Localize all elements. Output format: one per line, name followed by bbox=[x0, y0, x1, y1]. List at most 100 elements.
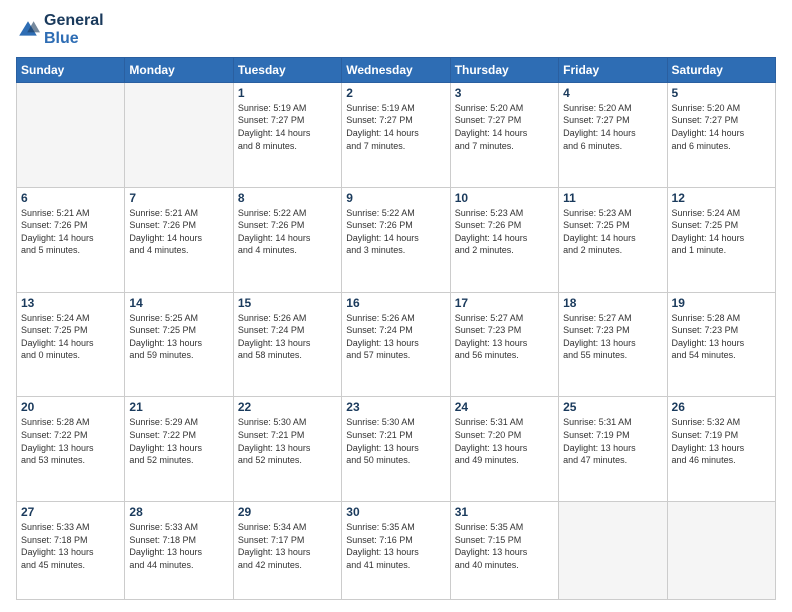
week-row-3: 20Sunrise: 5:28 AM Sunset: 7:22 PM Dayli… bbox=[17, 397, 776, 502]
calendar-cell: 6Sunrise: 5:21 AM Sunset: 7:26 PM Daylig… bbox=[17, 187, 125, 292]
day-info: Sunrise: 5:22 AM Sunset: 7:26 PM Dayligh… bbox=[346, 207, 445, 257]
day-number: 27 bbox=[21, 505, 120, 519]
day-number: 3 bbox=[455, 86, 554, 100]
day-info: Sunrise: 5:27 AM Sunset: 7:23 PM Dayligh… bbox=[563, 312, 662, 362]
logo-icon bbox=[16, 18, 40, 42]
day-info: Sunrise: 5:30 AM Sunset: 7:21 PM Dayligh… bbox=[238, 416, 337, 466]
calendar-cell bbox=[17, 82, 125, 187]
calendar-cell: 16Sunrise: 5:26 AM Sunset: 7:24 PM Dayli… bbox=[342, 292, 450, 397]
day-number: 14 bbox=[129, 296, 228, 310]
day-number: 29 bbox=[238, 505, 337, 519]
day-number: 23 bbox=[346, 400, 445, 414]
week-row-4: 27 Sunrise: 5:33 AM Sunset: 7:18 PM Dayli… bbox=[17, 502, 776, 600]
day-info: Sunrise: 5:34 AM Sunset: 7:17 PM Dayligh… bbox=[238, 521, 337, 571]
weekday-header-wednesday: Wednesday bbox=[342, 57, 450, 82]
day-number: 8 bbox=[238, 191, 337, 205]
weekday-header-monday: Monday bbox=[125, 57, 233, 82]
day-info: Sunrise: 5:29 AM Sunset: 7:22 PM Dayligh… bbox=[129, 416, 228, 466]
calendar-cell: 26Sunrise: 5:32 AM Sunset: 7:19 PM Dayli… bbox=[667, 397, 775, 502]
day-info: Sunrise: 5:35 AM Sunset: 7:16 PM Dayligh… bbox=[346, 521, 445, 571]
day-info: Sunrise: 5:26 AM Sunset: 7:24 PM Dayligh… bbox=[346, 312, 445, 362]
day-info: Sunrise: 5:32 AM Sunset: 7:19 PM Dayligh… bbox=[672, 416, 771, 466]
day-info: Sunrise: 5:33 AM Sunset: 7:18 PM Dayligh… bbox=[129, 521, 228, 571]
day-info: Sunrise: 5:28 AM Sunset: 7:23 PM Dayligh… bbox=[672, 312, 771, 362]
day-number: 30 bbox=[346, 505, 445, 519]
calendar-cell: 24 Sunrise: 5:31 AM Sunset: 7:20 PM Dayli… bbox=[450, 397, 558, 502]
calendar-cell: 22 Sunrise: 5:30 AM Sunset: 7:21 PM Dayli… bbox=[233, 397, 341, 502]
calendar-cell: 13 Sunrise: 5:24 AM Sunset: 7:25 PM Dayli… bbox=[17, 292, 125, 397]
day-number: 20 bbox=[21, 400, 120, 414]
calendar-cell: 10 Sunrise: 5:23 AM Sunset: 7:26 PM Dayli… bbox=[450, 187, 558, 292]
week-row-0: 1Sunrise: 5:19 AM Sunset: 7:27 PM Daylig… bbox=[17, 82, 776, 187]
day-info: Sunrise: 5:22 AM Sunset: 7:26 PM Dayligh… bbox=[238, 207, 337, 257]
header: General Blue bbox=[16, 12, 776, 49]
day-number: 4 bbox=[563, 86, 662, 100]
day-number: 10 bbox=[455, 191, 554, 205]
weekday-header-thursday: Thursday bbox=[450, 57, 558, 82]
calendar-cell: 29 Sunrise: 5:34 AM Sunset: 7:17 PM Dayli… bbox=[233, 502, 341, 600]
weekday-header-friday: Friday bbox=[559, 57, 667, 82]
day-number: 7 bbox=[129, 191, 228, 205]
calendar-cell: 18 Sunrise: 5:27 AM Sunset: 7:23 PM Dayli… bbox=[559, 292, 667, 397]
calendar-cell: 5 Sunrise: 5:20 AM Sunset: 7:27 PM Daylig… bbox=[667, 82, 775, 187]
day-number: 11 bbox=[563, 191, 662, 205]
calendar-cell: 31Sunrise: 5:35 AM Sunset: 7:15 PM Dayli… bbox=[450, 502, 558, 600]
day-number: 13 bbox=[21, 296, 120, 310]
day-number: 22 bbox=[238, 400, 337, 414]
calendar-cell: 23 Sunrise: 5:30 AM Sunset: 7:21 PM Dayli… bbox=[342, 397, 450, 502]
day-info: Sunrise: 5:23 AM Sunset: 7:26 PM Dayligh… bbox=[455, 207, 554, 257]
calendar-cell: 2Sunrise: 5:19 AM Sunset: 7:27 PM Daylig… bbox=[342, 82, 450, 187]
day-number: 12 bbox=[672, 191, 771, 205]
calendar-cell: 14 Sunrise: 5:25 AM Sunset: 7:25 PM Dayli… bbox=[125, 292, 233, 397]
day-number: 21 bbox=[129, 400, 228, 414]
calendar-cell: 30 Sunrise: 5:35 AM Sunset: 7:16 PM Dayli… bbox=[342, 502, 450, 600]
calendar-table: SundayMondayTuesdayWednesdayThursdayFrid… bbox=[16, 57, 776, 600]
day-info: Sunrise: 5:31 AM Sunset: 7:19 PM Dayligh… bbox=[563, 416, 662, 466]
week-row-2: 13 Sunrise: 5:24 AM Sunset: 7:25 PM Dayli… bbox=[17, 292, 776, 397]
logo-text: General Blue bbox=[44, 12, 104, 49]
calendar-cell: 4 Sunrise: 5:20 AM Sunset: 7:27 PM Daylig… bbox=[559, 82, 667, 187]
calendar-cell: 1Sunrise: 5:19 AM Sunset: 7:27 PM Daylig… bbox=[233, 82, 341, 187]
day-info: Sunrise: 5:20 AM Sunset: 7:27 PM Dayligh… bbox=[563, 102, 662, 152]
day-info: Sunrise: 5:30 AM Sunset: 7:21 PM Dayligh… bbox=[346, 416, 445, 466]
day-info: Sunrise: 5:19 AM Sunset: 7:27 PM Dayligh… bbox=[346, 102, 445, 152]
calendar-cell: 19 Sunrise: 5:28 AM Sunset: 7:23 PM Dayli… bbox=[667, 292, 775, 397]
calendar-cell: 21 Sunrise: 5:29 AM Sunset: 7:22 PM Dayli… bbox=[125, 397, 233, 502]
calendar-cell bbox=[125, 82, 233, 187]
calendar-cell: 20Sunrise: 5:28 AM Sunset: 7:22 PM Dayli… bbox=[17, 397, 125, 502]
calendar-cell: 3Sunrise: 5:20 AM Sunset: 7:27 PM Daylig… bbox=[450, 82, 558, 187]
day-info: Sunrise: 5:21 AM Sunset: 7:26 PM Dayligh… bbox=[129, 207, 228, 257]
week-row-1: 6Sunrise: 5:21 AM Sunset: 7:26 PM Daylig… bbox=[17, 187, 776, 292]
day-number: 5 bbox=[672, 86, 771, 100]
day-info: Sunrise: 5:20 AM Sunset: 7:27 PM Dayligh… bbox=[672, 102, 771, 152]
day-number: 15 bbox=[238, 296, 337, 310]
weekday-header-saturday: Saturday bbox=[667, 57, 775, 82]
calendar-cell: 28 Sunrise: 5:33 AM Sunset: 7:18 PM Dayli… bbox=[125, 502, 233, 600]
calendar-cell: 11 Sunrise: 5:23 AM Sunset: 7:25 PM Dayli… bbox=[559, 187, 667, 292]
day-number: 28 bbox=[129, 505, 228, 519]
day-number: 19 bbox=[672, 296, 771, 310]
day-info: Sunrise: 5:23 AM Sunset: 7:25 PM Dayligh… bbox=[563, 207, 662, 257]
calendar-cell: 27Sunrise: 5:33 AM Sunset: 7:18 PM Dayli… bbox=[17, 502, 125, 600]
day-number: 18 bbox=[563, 296, 662, 310]
weekday-header-row: SundayMondayTuesdayWednesdayThursdayFrid… bbox=[17, 57, 776, 82]
calendar-cell: 15 Sunrise: 5:26 AM Sunset: 7:24 PM Dayli… bbox=[233, 292, 341, 397]
calendar-cell: 25 Sunrise: 5:31 AM Sunset: 7:19 PM Dayli… bbox=[559, 397, 667, 502]
logo: General Blue bbox=[16, 12, 104, 49]
day-info: Sunrise: 5:35 AM Sunset: 7:15 PM Dayligh… bbox=[455, 521, 554, 571]
day-info: Sunrise: 5:27 AM Sunset: 7:23 PM Dayligh… bbox=[455, 312, 554, 362]
day-number: 24 bbox=[455, 400, 554, 414]
page: General Blue SundayMondayTuesdayWednesda… bbox=[0, 0, 792, 612]
calendar-cell bbox=[667, 502, 775, 600]
day-info: Sunrise: 5:24 AM Sunset: 7:25 PM Dayligh… bbox=[21, 312, 120, 362]
day-info: Sunrise: 5:31 AM Sunset: 7:20 PM Dayligh… bbox=[455, 416, 554, 466]
day-number: 25 bbox=[563, 400, 662, 414]
day-number: 17 bbox=[455, 296, 554, 310]
day-info: Sunrise: 5:25 AM Sunset: 7:25 PM Dayligh… bbox=[129, 312, 228, 362]
day-info: Sunrise: 5:26 AM Sunset: 7:24 PM Dayligh… bbox=[238, 312, 337, 362]
day-number: 9 bbox=[346, 191, 445, 205]
calendar-cell: 9 Sunrise: 5:22 AM Sunset: 7:26 PM Daylig… bbox=[342, 187, 450, 292]
day-info: Sunrise: 5:24 AM Sunset: 7:25 PM Dayligh… bbox=[672, 207, 771, 257]
calendar-cell: 7 Sunrise: 5:21 AM Sunset: 7:26 PM Daylig… bbox=[125, 187, 233, 292]
day-info: Sunrise: 5:21 AM Sunset: 7:26 PM Dayligh… bbox=[21, 207, 120, 257]
